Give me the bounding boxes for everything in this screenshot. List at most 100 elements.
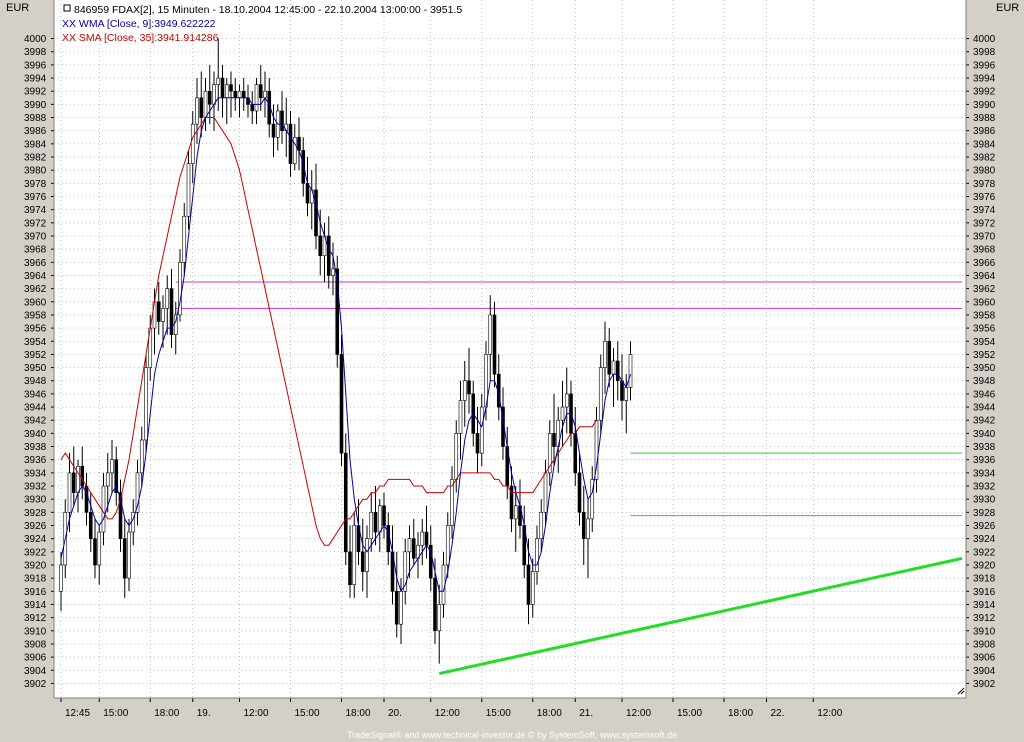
y-tick-label-left: 3930 [24, 495, 47, 506]
candle-body [543, 472, 548, 513]
candle-body [186, 163, 191, 217]
candle-body [101, 485, 106, 533]
candle-body [229, 84, 233, 92]
y-tick-label-right: 3980 [973, 166, 996, 177]
candle-body [67, 472, 72, 513]
candle-body [488, 314, 493, 355]
y-tick-label-right: 3946 [973, 389, 996, 400]
candle-body [586, 518, 590, 539]
x-tick-label: 20. [388, 708, 402, 719]
y-tick-label-right: 3964 [973, 271, 996, 282]
candle-body [305, 183, 310, 204]
y-tick-label-left: 3938 [24, 442, 47, 453]
candle-body [250, 104, 255, 112]
candle-body [110, 459, 114, 474]
candle-body [224, 84, 229, 99]
y-tick-label-right: 3976 [973, 192, 996, 203]
y-tick-label-left: 3916 [24, 587, 47, 598]
candle-body [84, 485, 89, 513]
candle-body [212, 84, 216, 105]
y-tick-label-left: 3958 [24, 310, 47, 321]
y-tick-label-right: 3958 [973, 310, 996, 321]
candle-body [76, 465, 80, 493]
y-tick-label-left: 3940 [24, 429, 47, 440]
candle-body [271, 123, 276, 138]
candle-body [288, 123, 293, 164]
y-tick-label-right: 3926 [973, 521, 996, 532]
y-tick-label-left: 3984 [24, 139, 47, 150]
candle-body [258, 84, 263, 99]
candle-body [420, 531, 425, 546]
y-tick-label-right: 3942 [973, 416, 996, 427]
candle-body [394, 590, 399, 625]
y-tick-label-right: 3920 [973, 560, 996, 571]
y-tick-label-right: 3968 [973, 245, 996, 256]
candle-body [437, 604, 442, 632]
candle-body [331, 268, 335, 276]
candle-body [458, 400, 463, 434]
y-tick-label-left: 3980 [24, 166, 47, 177]
y-tick-label-left: 3920 [24, 560, 47, 571]
y-tick-label-right: 3956 [973, 324, 996, 335]
candle-body [165, 288, 170, 309]
y-tick-label-left: 3994 [24, 74, 47, 85]
candle-body [216, 77, 221, 85]
y-tick-label-left: 3942 [24, 416, 47, 427]
candle-body [564, 393, 569, 408]
candle-body [182, 215, 187, 263]
candle-body [603, 340, 607, 368]
candle-body [628, 354, 633, 388]
y-tick-label-left: 3992 [24, 87, 47, 98]
candle-body [237, 90, 242, 99]
y-tick-label-right: 3916 [973, 587, 996, 598]
y-tick-label-right: 3902 [973, 679, 996, 690]
y-tick-label-left: 3906 [24, 653, 47, 664]
y-tick-label-left: 3904 [24, 666, 47, 677]
candle-body [598, 367, 603, 421]
y-tick-label-left: 3902 [24, 679, 47, 690]
y-tick-label-left: 3956 [24, 324, 47, 335]
candle-body [581, 512, 586, 539]
y-tick-label-left: 3972 [24, 218, 47, 229]
y-tick-label-left: 3936 [24, 455, 47, 466]
candle-body [539, 512, 544, 539]
candle-body [97, 531, 102, 566]
candle-body [445, 525, 450, 566]
y-tick-label-right: 3974 [973, 205, 996, 216]
y-tick-label-left: 3908 [24, 639, 47, 650]
x-tick-label: 18:00 [154, 708, 179, 719]
y-tick-label-right: 4000 [973, 34, 996, 45]
y-tick-label-right: 3992 [973, 87, 996, 98]
candle-body [195, 97, 199, 125]
y-tick-label-right: 3912 [973, 613, 996, 624]
candle-body [369, 512, 374, 539]
y-tick-label-left: 3978 [24, 179, 47, 190]
y-tick-label-right: 3910 [973, 626, 996, 637]
y-tick-label-right: 3932 [973, 482, 996, 493]
candle-body [411, 538, 416, 559]
y-tick-label-left: 3966 [24, 258, 47, 269]
candle-body [573, 433, 578, 474]
candle-body [462, 380, 467, 401]
y-tick-label-left: 3970 [24, 231, 47, 242]
y-tick-label-left: 3986 [24, 126, 47, 137]
y-tick-label-right: 3918 [973, 574, 996, 585]
x-tick-label: 22. [771, 708, 785, 719]
y-tick-label-left: 3912 [24, 613, 47, 624]
y-tick-label-left: 3964 [24, 271, 47, 282]
candle-body [59, 564, 63, 592]
y-tick-label-left: 3968 [24, 245, 47, 256]
y-tick-label-right: 3934 [973, 468, 996, 479]
y-tick-label-right: 3944 [973, 403, 996, 414]
y-tick-label-left: 3974 [24, 205, 47, 216]
y-tick-label-left: 3946 [24, 389, 47, 400]
y-tick-label-right: 3994 [973, 74, 996, 85]
y-tick-label-right: 3954 [973, 337, 996, 348]
candle-body [479, 406, 484, 454]
candle-body [475, 433, 480, 454]
y-tick-label-left: 3962 [24, 284, 47, 295]
y-tick-label-left: 3934 [24, 468, 47, 479]
x-tick-label: 15:00 [486, 708, 511, 719]
candle-body [122, 538, 127, 579]
candle-body [513, 505, 518, 520]
